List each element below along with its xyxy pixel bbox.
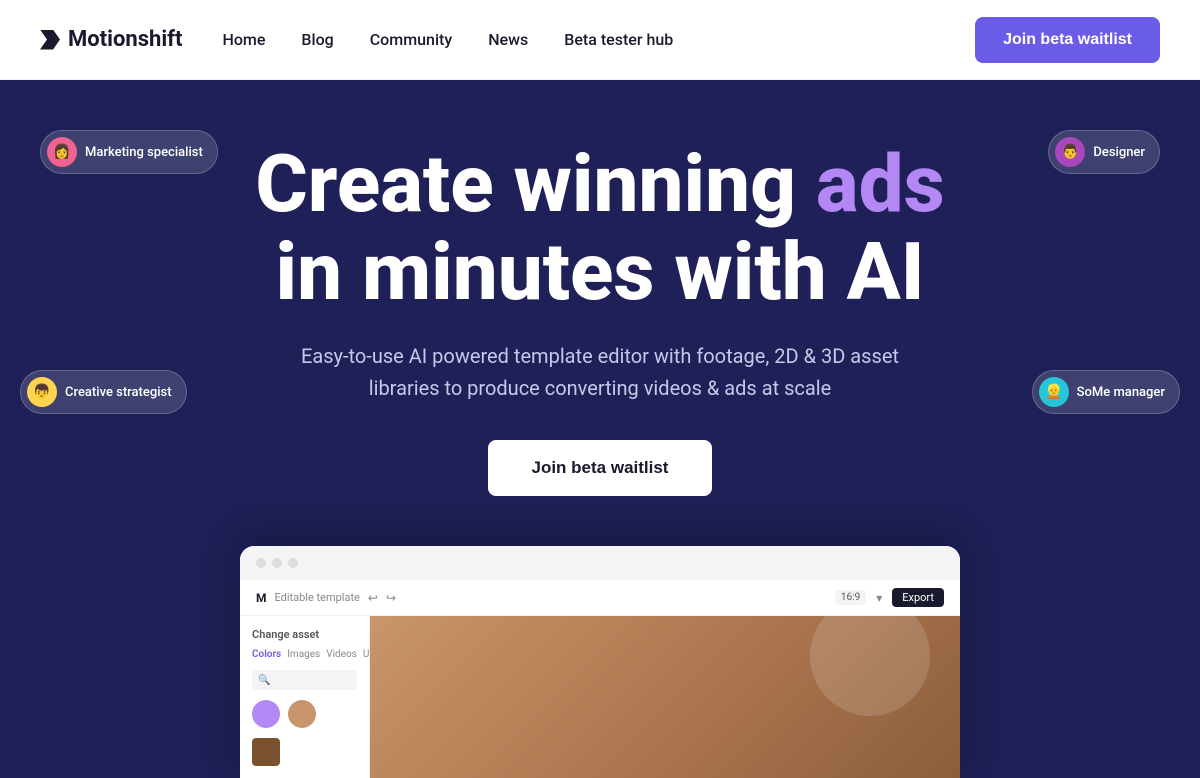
navbar-left: Motionshift Home Blog Community News Bet… xyxy=(40,27,673,52)
titlebar-dot-1 xyxy=(256,558,266,568)
logo[interactable]: Motionshift xyxy=(40,27,182,52)
nav-item-community[interactable]: Community xyxy=(370,30,452,49)
mockup-sidebar: Change asset Colors Images Videos Upload… xyxy=(240,616,370,778)
titlebar-dot-2 xyxy=(272,558,282,568)
titlebar-dot-3 xyxy=(288,558,298,568)
badge-some-manager: 👱 SoMe manager xyxy=(1032,370,1180,414)
tab-videos[interactable]: Videos xyxy=(326,649,357,660)
badge-creative-strategist: 👦 Creative strategist xyxy=(20,370,187,414)
color-swatch-dark-brown[interactable] xyxy=(252,738,280,766)
avatar-designer: 👨 xyxy=(1055,137,1085,167)
avatar-some: 👱 xyxy=(1039,377,1069,407)
hero-content: Create winning ads in minutes with AI Ea… xyxy=(255,140,944,496)
redo-icon[interactable]: ↪ xyxy=(386,591,396,605)
navbar: Motionshift Home Blog Community News Bet… xyxy=(0,0,1200,80)
sidebar-tabs: Colors Images Videos Upload xyxy=(252,649,357,660)
mockup-app-wrapper: M Editable template ↩ ↪ 16:9 ▾ Export Ch… xyxy=(240,580,960,778)
color-swatch-purple[interactable] xyxy=(252,700,280,728)
hero-subtitle: Easy-to-use AI powered template editor w… xyxy=(290,340,910,404)
join-waitlist-button-hero[interactable]: Join beta waitlist xyxy=(488,440,713,496)
nav-item-beta-tester-hub[interactable]: Beta tester hub xyxy=(564,30,673,49)
hero-title-part1: Create winning xyxy=(255,137,796,231)
badge-designer: 👨 Designer xyxy=(1048,130,1160,174)
join-waitlist-button-nav[interactable]: Join beta waitlist xyxy=(975,17,1160,63)
tab-colors[interactable]: Colors xyxy=(252,649,281,660)
hero-title: Create winning ads in minutes with AI xyxy=(255,140,944,316)
color-swatch-brown[interactable] xyxy=(288,700,316,728)
search-input[interactable]: 🔍 xyxy=(252,670,357,690)
mockup-logo: M xyxy=(256,591,267,605)
avatar-creative: 👦 xyxy=(27,377,57,407)
chevron-down-icon[interactable]: ▾ xyxy=(876,591,882,605)
nav-item-news[interactable]: News xyxy=(488,30,528,49)
hero-section: 👩 Marketing specialist 👨 Designer 👦 Crea… xyxy=(0,80,1200,778)
app-mockup: M Editable template ↩ ↪ 16:9 ▾ Export Ch… xyxy=(240,546,960,778)
mockup-inner: Change asset Colors Images Videos Upload… xyxy=(240,616,960,778)
mockup-template-label: Editable template xyxy=(275,591,360,604)
badge-some-label: SoMe manager xyxy=(1077,385,1165,400)
mockup-canvas xyxy=(370,616,960,778)
badge-marketing-label: Marketing specialist xyxy=(85,145,203,160)
undo-icon[interactable]: ↩ xyxy=(368,591,378,605)
nav-links: Home Blog Community News Beta tester hub xyxy=(222,30,673,49)
canvas-shape-1 xyxy=(810,616,930,716)
topbar-actions: 16:9 ▾ Export xyxy=(835,588,944,607)
hero-title-accent: ads xyxy=(816,137,945,231)
mockup-titlebar xyxy=(240,546,960,580)
export-button[interactable]: Export xyxy=(892,588,944,607)
hero-title-part2: in minutes with AI xyxy=(276,225,925,319)
logo-icon xyxy=(40,30,60,50)
sidebar-title: Change asset xyxy=(252,628,357,641)
badge-marketing-specialist: 👩 Marketing specialist xyxy=(40,130,218,174)
tab-images[interactable]: Images xyxy=(287,649,320,660)
badge-creative-label: Creative strategist xyxy=(65,385,172,400)
topbar-left: M Editable template ↩ ↪ xyxy=(256,591,396,605)
color-swatches xyxy=(252,700,357,728)
mockup-topbar: M Editable template ↩ ↪ 16:9 ▾ Export xyxy=(240,580,960,616)
avatar-marketing: 👩 xyxy=(47,137,77,167)
nav-item-home[interactable]: Home xyxy=(222,30,265,49)
color-swatches-row2 xyxy=(252,738,357,766)
nav-item-blog[interactable]: Blog xyxy=(301,30,333,49)
badge-designer-label: Designer xyxy=(1093,145,1145,160)
logo-text: Motionshift xyxy=(68,27,182,52)
ratio-badge[interactable]: 16:9 xyxy=(835,590,866,605)
